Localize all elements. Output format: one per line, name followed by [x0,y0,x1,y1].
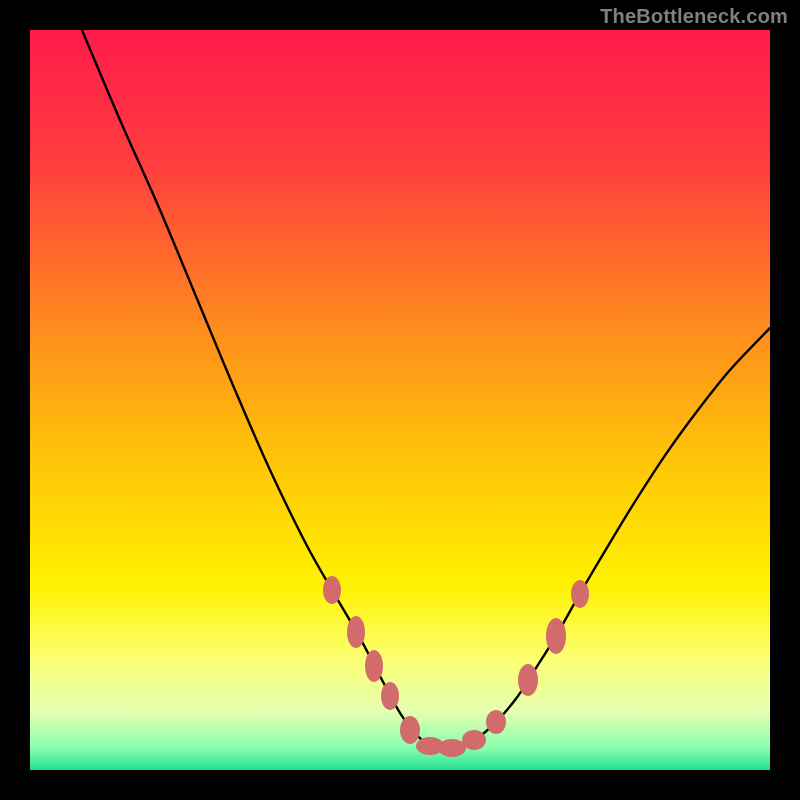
curve-marker [347,616,365,648]
curve-marker [365,650,383,682]
gradient-background [30,30,770,770]
watermark-text: TheBottleneck.com [600,6,788,29]
curve-marker [400,716,420,744]
curve-marker [571,580,589,608]
curve-marker [438,739,466,757]
curve-marker [323,576,341,604]
curve-marker [462,730,486,750]
bottleneck-curve-chart [30,30,770,770]
curve-marker [518,664,538,696]
curve-marker [546,618,566,654]
curve-marker [381,682,399,710]
chart-frame [30,30,770,770]
curve-marker [486,710,506,734]
